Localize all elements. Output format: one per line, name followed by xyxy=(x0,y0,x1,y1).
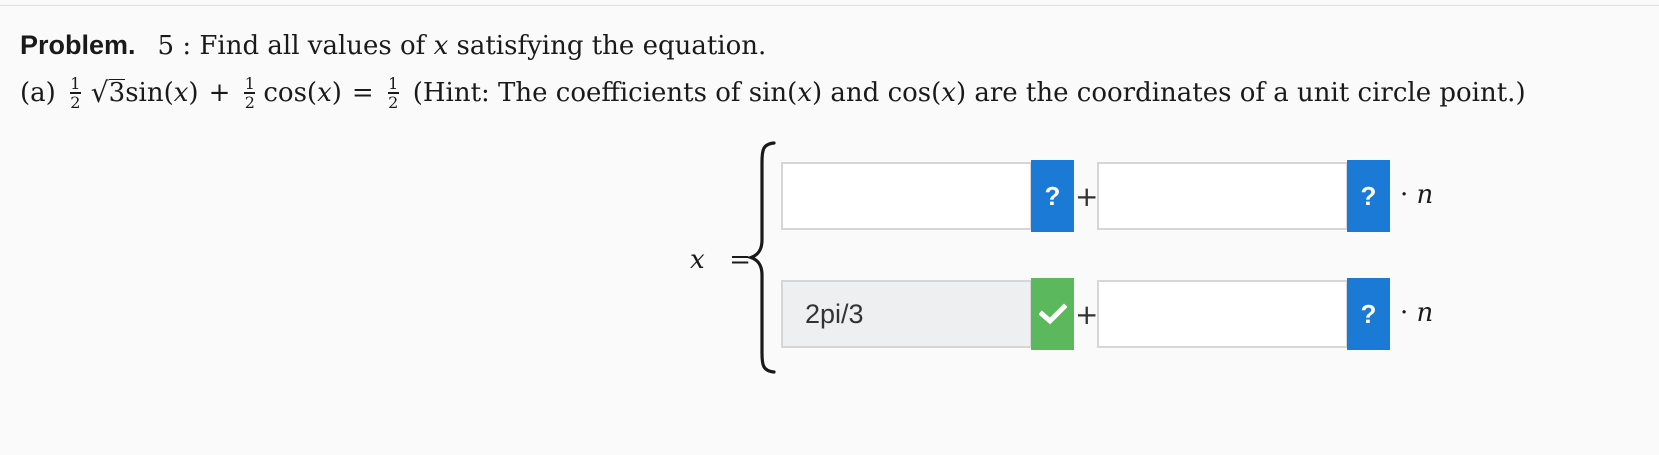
times-n: · n xyxy=(1400,298,1434,328)
fraction-one-half: 12 xyxy=(244,74,256,112)
part-a-label: (a) xyxy=(20,77,56,108)
part-a-equation: (a) 12 √ 3 sin(x) + 12 cos(x) = 12 (Hint:… xyxy=(20,74,1526,112)
plus-sign: + xyxy=(1075,298,1099,331)
correct-status-button[interactable] xyxy=(1031,278,1074,350)
base-angle-input-2[interactable]: 2pi/3 xyxy=(781,280,1032,348)
sin-term: sin(x) xyxy=(125,77,199,108)
problem-prompt-suffix: satisfying the equation. xyxy=(448,31,767,61)
equals-sign: = xyxy=(351,77,374,108)
help-button[interactable]: ? xyxy=(1347,278,1390,350)
problem-statement: Problem. 5 : Find all values of x satisfy… xyxy=(20,30,766,61)
fraction-one-half: 12 xyxy=(387,74,399,112)
sqrt-three: √ 3 xyxy=(90,75,126,109)
plus-sign: + xyxy=(208,77,231,108)
plus-sign: + xyxy=(1075,180,1099,213)
times-n: · n xyxy=(1400,180,1434,210)
help-button[interactable]: ? xyxy=(1347,160,1390,232)
solution-lhs: x = xyxy=(690,245,751,275)
problem-number: 5 xyxy=(157,31,175,61)
problem-prompt-prefix: : Find all values of xyxy=(174,31,434,61)
left-brace xyxy=(748,141,776,374)
check-icon xyxy=(1038,303,1067,325)
hint-text: (Hint: The coefficients of sin(x) and co… xyxy=(412,77,1526,108)
fraction-one-half: 12 xyxy=(69,74,81,112)
problem-label: Problem. xyxy=(20,30,136,60)
period-input-1[interactable] xyxy=(1097,162,1348,230)
help-button[interactable]: ? xyxy=(1031,160,1074,232)
top-divider xyxy=(0,5,1659,6)
cos-term: cos(x) xyxy=(263,77,342,108)
base-angle-input-1[interactable] xyxy=(781,162,1032,230)
period-input-2[interactable] xyxy=(1097,280,1348,348)
problem-variable: x xyxy=(433,31,449,61)
